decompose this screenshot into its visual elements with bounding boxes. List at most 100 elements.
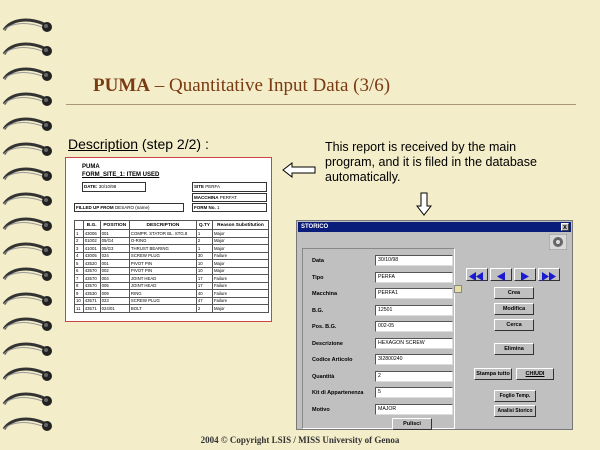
dialog-titlebar: STORICO x — [298, 222, 571, 232]
analisi-storico-button[interactable]: Analisi Storico — [494, 405, 536, 417]
report-cell: 001 — [99, 259, 130, 268]
foglio-temp-button[interactable]: Foglio Temp. — [494, 390, 536, 402]
binding-ring — [0, 415, 58, 437]
report-form-number: FORM No. 1 — [192, 203, 267, 212]
report-cell: 05/G4 — [99, 236, 130, 245]
report-cell: Major — [211, 266, 270, 275]
report-cell: 43570 — [82, 281, 101, 290]
report-cell: 9 — [74, 289, 84, 298]
report-row: 11 43571 024/01 BOLT 2 Major — [74, 304, 270, 313]
report-cell: Failure — [211, 251, 270, 260]
report-cell: 11 — [74, 304, 84, 313]
report-row: 5 43520 001 PIVOT PIN 10 Major — [74, 259, 270, 268]
report-row: 7 43570 004 JOINT HEAD 17 Failure — [74, 274, 270, 283]
report-cell: 17 — [195, 281, 213, 290]
report-row: 4 43005 024 SCREW PLUG 30 Failure — [74, 251, 270, 260]
report-cell: 2 — [74, 236, 84, 245]
field-input[interactable]: 30/10/98 — [375, 255, 453, 266]
close-button[interactable]: x — [561, 223, 569, 231]
report-cell: Major — [211, 229, 270, 238]
binding-ring — [0, 140, 58, 162]
arrow-left-icon — [282, 162, 316, 178]
field-input[interactable]: 3I2800240 — [375, 354, 453, 365]
report-row: 9 43530 009 RING 40 Failure — [74, 289, 270, 298]
last-icon — [542, 272, 556, 281]
report-cell: 43006 — [82, 229, 101, 238]
field-label: Codice Articolo — [312, 357, 353, 363]
crea-button[interactable]: Crea — [494, 287, 534, 299]
modifica-button[interactable]: Modifica — [494, 303, 534, 315]
title-divider — [66, 104, 576, 105]
report-cell: THRUST BEARING — [128, 244, 197, 253]
field-input[interactable]: HEXAGON SCREW — [375, 337, 453, 349]
binding-ring — [0, 290, 58, 312]
next-icon — [521, 272, 529, 281]
field-input[interactable]: PERFA — [375, 271, 453, 283]
binding-ring — [0, 240, 58, 262]
report-cell: 1 — [195, 229, 213, 238]
storico-dialog: STORICO x Data 30/10/98 Tipo PERFA Macchina P… — [296, 220, 573, 430]
report-col-header: POSITION — [99, 220, 130, 230]
report-row: 6 43570 002 PIVOT PIN 10 Major — [74, 266, 270, 275]
report-cell: 024/01 — [99, 304, 130, 313]
binding-ring — [0, 190, 58, 212]
last-record-button[interactable] — [538, 268, 560, 281]
field-input[interactable]: 5 — [375, 387, 453, 398]
report-cell: 1 — [74, 229, 84, 238]
stampa-tutto-button[interactable]: Stampa tutto — [474, 368, 512, 380]
binding-ring — [0, 215, 58, 237]
report-note: This report is received by the main prog… — [325, 140, 537, 184]
report-cell: 024 — [99, 251, 130, 260]
field-label: Data — [312, 258, 324, 264]
lookup-button[interactable] — [454, 285, 462, 293]
description-link[interactable]: Description — [68, 136, 138, 152]
field-label: Pos. B.G. — [312, 324, 337, 330]
report-cell: 05/G3 — [99, 244, 130, 253]
report-cell: Major — [211, 304, 270, 313]
report-cell: 1 — [195, 244, 213, 253]
field-input[interactable]: 002-05 — [375, 321, 453, 332]
pulisci-button[interactable]: Pulisci — [392, 418, 432, 430]
report-cell: Failure — [211, 296, 270, 305]
report-cell: 5 — [74, 259, 84, 268]
report-row: 10 43571 023 SCREW PLUG 47 Failure — [74, 296, 270, 305]
binding-ring — [0, 65, 58, 87]
report-cell: Failure — [211, 281, 270, 290]
report-cell: 005 — [99, 281, 130, 290]
field-label: Macchina — [312, 291, 338, 297]
binding-ring — [0, 165, 58, 187]
cerca-button[interactable]: Cerca — [494, 319, 534, 331]
binding-ring — [0, 90, 58, 112]
elimina-button[interactable]: Elimina — [494, 343, 534, 355]
report-col-header — [74, 220, 84, 230]
report-cell: Major — [211, 259, 270, 268]
report-col-header: B.G. — [82, 220, 101, 230]
report-cell: 43571 — [82, 304, 101, 313]
binding-ring — [0, 40, 58, 62]
arrow-down-icon — [416, 192, 432, 216]
report-title: PUMA — [82, 164, 100, 170]
report-cell: PIVOT PIN — [128, 259, 197, 268]
report-cell: 6 — [74, 266, 84, 275]
field-input[interactable]: 12501 — [375, 304, 453, 316]
report-cell: RING — [128, 289, 197, 298]
report-cell: COMPR. STATOR BL. STG.8 — [128, 229, 197, 238]
field-label: Kit di Appartenenza — [312, 390, 364, 396]
first-record-button[interactable] — [466, 268, 488, 281]
report-cell: JOINT HEAD — [128, 281, 197, 290]
report-macchina: MACCHINA PERFAT — [192, 193, 267, 202]
report-cell: 10 — [195, 266, 213, 275]
field-input[interactable]: 2 — [375, 370, 453, 382]
report-cell: 2 — [195, 236, 213, 245]
report-cell: PIVOT PIN — [128, 266, 197, 275]
field-input[interactable]: MAJOR — [375, 403, 453, 415]
next-record-button[interactable] — [514, 268, 536, 281]
field-input[interactable]: PERFA1 — [375, 288, 453, 299]
chiudi-button[interactable]: CHIUDI — [516, 368, 554, 380]
binding-ring — [0, 16, 58, 38]
report-cell: 43570 — [82, 274, 101, 283]
first-icon — [469, 272, 483, 281]
prev-record-button[interactable] — [490, 268, 512, 281]
report-cell: 41001 — [82, 244, 101, 253]
report-col-header: Reason Substitution — [211, 220, 270, 230]
